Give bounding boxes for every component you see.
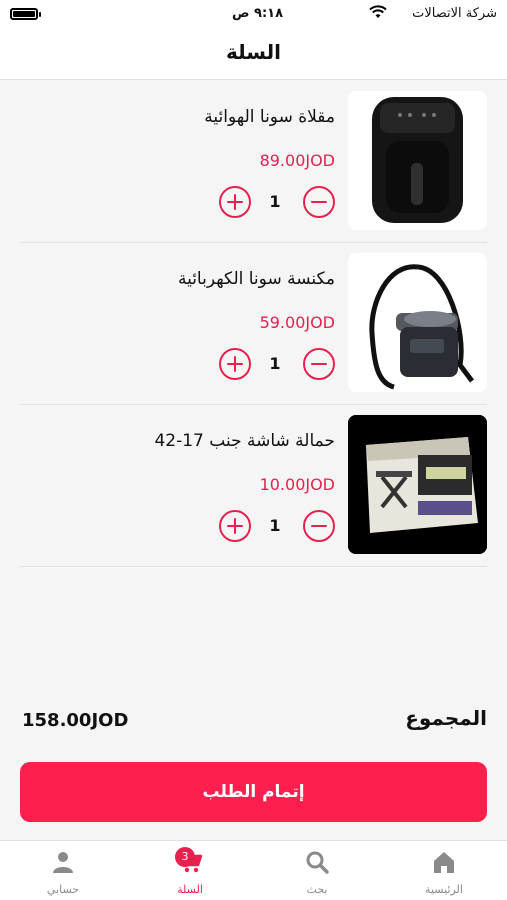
checkout-button[interactable]: إتمام الطلب xyxy=(20,762,487,822)
nav-item-search[interactable]: بحث xyxy=(254,841,380,900)
battery-icon xyxy=(10,8,38,20)
product-name: مقلاة سونا الهوائية xyxy=(204,107,335,127)
product-name: حمالة شاشة جنب 17-42 xyxy=(154,431,335,451)
nav-label-search: بحث xyxy=(306,883,328,896)
product-price: 10.00JOD xyxy=(259,475,335,494)
cart-item: حمالة شاشة جنب 17-42 10.00JOD 1 xyxy=(20,405,487,567)
decrease-quantity-button[interactable] xyxy=(303,510,335,542)
battery-tip xyxy=(39,12,41,17)
nav-label-cart: السلة xyxy=(177,883,203,896)
quantity-stepper: 1 xyxy=(215,186,335,220)
quantity-value: 1 xyxy=(269,516,281,535)
page-title: السلة xyxy=(225,40,281,64)
product-price: 59.00JOD xyxy=(259,313,335,332)
increase-quantity-button[interactable] xyxy=(219,348,251,380)
account-icon xyxy=(50,849,76,875)
home-icon xyxy=(431,849,457,875)
increase-quantity-button[interactable] xyxy=(219,186,251,218)
bottom-nav: الرئيسية بحث 3 السلة حسابي xyxy=(0,840,507,900)
increase-quantity-button[interactable] xyxy=(219,510,251,542)
tv-mount-box-image[interactable] xyxy=(348,415,487,554)
quantity-value: 1 xyxy=(269,354,281,373)
cart-item: مقلاة سونا الهوائية 89.00JOD 1 xyxy=(20,81,487,243)
quantity-value: 1 xyxy=(269,192,281,211)
carrier-name: شركة الاتصالات xyxy=(412,6,497,21)
cart-item: مكنسة سونا الكهربائية 59.00JOD 1 xyxy=(20,243,487,405)
quantity-stepper: 1 xyxy=(215,348,335,382)
nav-item-home[interactable]: الرئيسية xyxy=(381,841,507,900)
nav-label-home: الرئيسية xyxy=(425,883,463,896)
air-fryer-image[interactable] xyxy=(348,91,487,230)
quantity-stepper: 1 xyxy=(215,510,335,544)
decrease-quantity-button[interactable] xyxy=(303,186,335,218)
cart-count-badge: 3 xyxy=(175,847,195,867)
search-icon xyxy=(304,849,330,875)
nav-item-account[interactable]: حسابي xyxy=(0,841,126,900)
decrease-quantity-button[interactable] xyxy=(303,348,335,380)
page-header: السلة xyxy=(0,28,507,80)
vacuum-cleaner-image[interactable] xyxy=(348,253,487,392)
clock: ٩:١٨ ص xyxy=(232,6,284,21)
total-value: 158.00JOD xyxy=(22,710,129,731)
nav-label-account: حسابي xyxy=(46,883,80,896)
total-label: المجموع xyxy=(405,706,487,730)
nav-item-cart[interactable]: 3 السلة xyxy=(127,841,253,900)
product-price: 89.00JOD xyxy=(259,151,335,170)
wifi-icon xyxy=(369,5,387,23)
status-bar: شركة الاتصالات ٩:١٨ ص xyxy=(0,0,507,28)
product-name: مكنسة سونا الكهربائية xyxy=(177,269,335,289)
